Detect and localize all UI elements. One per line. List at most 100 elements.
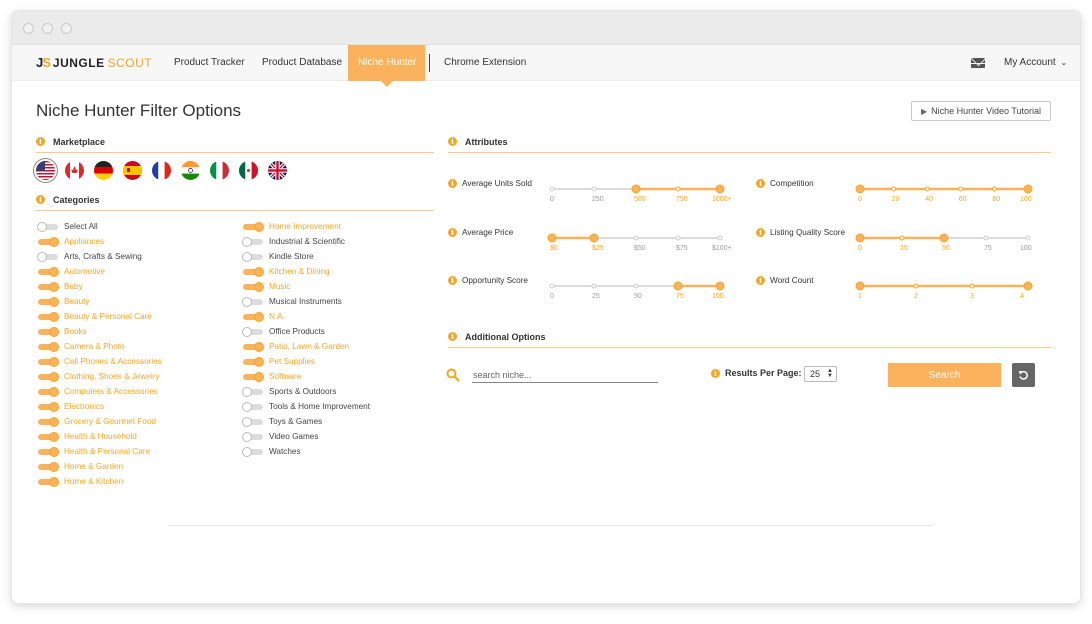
category-item[interactable]: Clothing, Shoes & Jewelry [38,369,162,384]
category-item[interactable]: Beauty & Personal Care [38,309,162,324]
category-toggle[interactable] [38,266,59,277]
category-toggle[interactable] [38,416,59,427]
category-toggle[interactable] [243,341,264,352]
my-account-menu[interactable]: My Account ⌄ [1004,45,1067,81]
category-item[interactable]: Baby [38,279,162,294]
category-item[interactable]: Musical Instruments [242,294,370,309]
info-icon[interactable]: i [36,195,45,204]
info-icon[interactable]: i [756,228,765,237]
category-item[interactable]: Software [243,369,370,384]
category-toggle[interactable] [38,326,59,337]
category-toggle[interactable] [242,296,263,307]
category-toggle[interactable] [242,326,263,337]
category-toggle[interactable] [38,371,59,382]
results-per-page-select[interactable]: 25 ▲ ▼ [804,366,837,382]
flag-mx-icon[interactable] [239,161,258,180]
window-close-dot[interactable] [23,23,34,34]
range-slider[interactable] [855,278,1033,296]
category-item[interactable]: Sports & Outdoors [242,384,370,399]
category-item[interactable]: Toys & Games [242,414,370,429]
range-slider[interactable] [855,181,1033,199]
category-item[interactable]: Electronics [38,399,162,414]
category-toggle[interactable] [243,311,264,322]
category-item[interactable]: Appliances [38,234,162,249]
category-item[interactable]: Home Improvement [243,219,370,234]
category-toggle[interactable] [38,311,59,322]
flag-fr-icon[interactable] [152,161,171,180]
jungle-scout-logo[interactable]: JS JUNGLE SCOUT [36,55,152,70]
category-item[interactable]: Cell Phones & Accessories [38,354,162,369]
category-toggle[interactable] [38,446,59,457]
category-toggle[interactable] [38,476,59,487]
category-item[interactable]: Automotive [38,264,162,279]
info-icon[interactable]: i [756,179,765,188]
category-toggle[interactable] [242,236,263,247]
info-icon[interactable]: i [756,276,765,285]
category-toggle[interactable] [37,251,58,262]
category-toggle[interactable] [242,386,263,397]
envelope-icon[interactable] [971,58,985,68]
category-item[interactable]: Home & Garden [38,459,162,474]
category-item[interactable]: Kindle Store [242,249,370,264]
category-toggle[interactable] [38,236,59,247]
info-icon[interactable]: i [711,368,720,378]
category-item[interactable]: Beauty [38,294,162,309]
info-icon[interactable]: i [448,137,457,146]
category-toggle[interactable] [38,386,59,397]
category-toggle[interactable] [38,281,59,292]
nav-product-tracker[interactable]: Product Tracker [164,45,255,81]
category-item[interactable]: Industrial & Scientific [242,234,370,249]
category-item[interactable]: Music [243,279,370,294]
category-toggle[interactable] [243,356,264,367]
category-toggle[interactable] [37,221,58,232]
category-item[interactable]: N.A. [243,309,370,324]
search-niche-input[interactable] [472,367,658,383]
nav-niche-hunter[interactable]: Niche Hunter [348,45,425,87]
window-minimize-dot[interactable] [42,23,53,34]
category-item[interactable]: Patio, Lawn & Garden [243,339,370,354]
category-toggle[interactable] [243,221,264,232]
flag-uk-icon[interactable] [268,161,287,180]
category-toggle[interactable] [242,446,263,457]
category-item[interactable]: Computers & Accessories [38,384,162,399]
category-item[interactable]: Home & Kitchen [38,474,162,489]
category-toggle[interactable] [38,431,59,442]
category-item[interactable]: Video Games [242,429,370,444]
category-toggle[interactable] [242,401,263,412]
info-icon[interactable]: i [448,228,457,237]
category-item[interactable]: Select All [37,219,162,234]
flag-es-icon[interactable] [123,161,142,180]
category-item[interactable]: Watches [242,444,370,459]
flag-in-icon[interactable] [181,161,200,180]
flag-ca-icon[interactable] [65,161,84,180]
flag-us-icon[interactable] [36,161,55,180]
category-item[interactable]: Kitchen & Dining [243,264,370,279]
category-toggle[interactable] [243,371,264,382]
category-toggle[interactable] [38,341,59,352]
category-item[interactable]: Tools & Home Improvement [242,399,370,414]
category-toggle[interactable] [38,356,59,367]
info-icon[interactable]: i [448,276,457,285]
nav-chrome-extension[interactable]: Chrome Extension [434,45,536,81]
category-item[interactable]: Health & Personal Care [38,444,162,459]
video-tutorial-button[interactable]: ▶ Niche Hunter Video Tutorial [911,101,1051,121]
category-toggle[interactable] [38,296,59,307]
category-toggle[interactable] [38,461,59,472]
info-icon[interactable]: i [448,332,457,341]
window-maximize-dot[interactable] [61,23,72,34]
category-item[interactable]: Pet Supplies [243,354,370,369]
category-toggle[interactable] [243,281,264,292]
category-toggle[interactable] [243,266,264,277]
flag-de-icon[interactable] [94,161,113,180]
nav-product-database[interactable]: Product Database [252,45,352,81]
reset-button[interactable] [1012,363,1035,387]
category-item[interactable]: Office Products [242,324,370,339]
category-item[interactable]: Camera & Photo [38,339,162,354]
category-toggle[interactable] [242,251,263,262]
category-item[interactable]: Grocery & Gourmet Food [38,414,162,429]
search-icon[interactable] [446,368,460,382]
info-icon[interactable]: i [448,179,457,188]
info-icon[interactable]: i [36,137,45,146]
category-toggle[interactable] [242,416,263,427]
category-toggle[interactable] [38,401,59,412]
